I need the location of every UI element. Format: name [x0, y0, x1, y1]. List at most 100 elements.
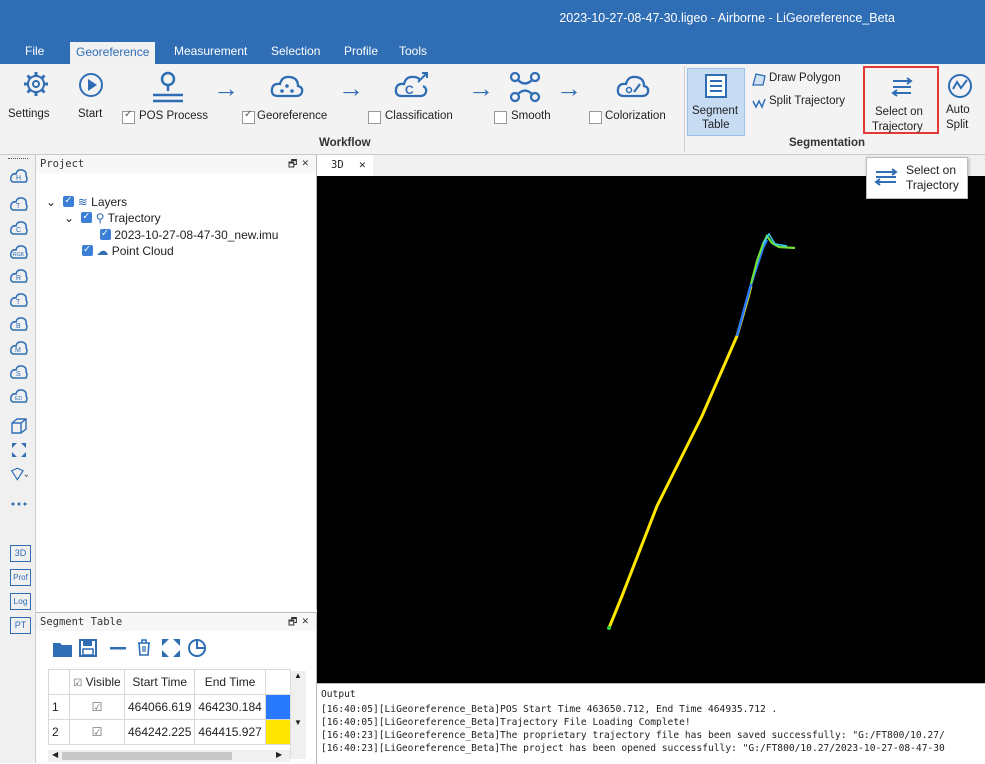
- arrow-right-icon: →: [556, 73, 582, 103]
- cloud-r-icon[interactable]: R: [10, 267, 28, 285]
- classification-check: [368, 111, 381, 124]
- auto-split-label-1: Auto: [946, 104, 970, 116]
- table-row[interactable]: 2 ☑ 464242.225 464415.927: [48, 719, 291, 745]
- tree-item-trajectory[interactable]: ⌄ ⚲ Trajectory: [64, 209, 161, 226]
- zoom-extent-icon[interactable]: [160, 637, 182, 659]
- svg-text:T: T: [16, 299, 21, 306]
- menu-profile[interactable]: Profile: [344, 44, 378, 58]
- menu-selection[interactable]: Selection: [271, 44, 320, 58]
- cloud-rgb-icon[interactable]: RGB: [10, 243, 28, 261]
- segmentation-group-label: Segmentation: [789, 137, 866, 149]
- end-time-cell[interactable]: 464415.927: [194, 719, 266, 745]
- vertical-scrollbar[interactable]: ▲ ▼: [290, 671, 306, 759]
- start-button[interactable]: Start: [74, 68, 108, 128]
- output-title: Output: [321, 689, 356, 700]
- svg-text:M: M: [15, 347, 21, 354]
- cloud-c-icon[interactable]: C: [10, 219, 28, 237]
- imu-file-checkbox[interactable]: [100, 226, 111, 242]
- tree-item-point-cloud[interactable]: ☁ Point Cloud: [82, 242, 174, 259]
- menu-measurement[interactable]: Measurement: [174, 44, 247, 58]
- cloud-t-icon[interactable]: T: [10, 195, 28, 213]
- scroll-right-icon[interactable]: ▶: [276, 750, 282, 759]
- visible-checkbox[interactable]: ☑: [69, 719, 125, 745]
- column-header-end-time[interactable]: End Time: [194, 669, 266, 695]
- pos-process-icon: [153, 71, 183, 103]
- classification-checkbox[interactable]: Classification: [368, 109, 468, 125]
- window-title: 2023-10-27-08-47-30.ligeo - Airborne - L…: [559, 11, 895, 25]
- smooth-checkbox[interactable]: Smooth: [494, 109, 564, 125]
- menu-georeference[interactable]: Georeference: [70, 42, 156, 64]
- column-header-start-time[interactable]: Start Time: [123, 669, 196, 695]
- header-check-icon: ☑: [73, 678, 83, 689]
- tab-pt-toggle[interactable]: PT: [10, 617, 31, 634]
- horizontal-scrollbar[interactable]: ◀ ▶: [48, 750, 290, 762]
- chevron-down-icon[interactable]: ⌄: [46, 195, 56, 209]
- end-time-cell[interactable]: 464230.184: [194, 694, 266, 720]
- tree-item-imu-file[interactable]: 2023-10-27-08-47-30_new.imu: [100, 226, 279, 243]
- scroll-left-icon[interactable]: ◀: [52, 750, 58, 759]
- select-on-trajectory-button[interactable]: Select on Trajectory: [863, 66, 939, 134]
- tree-item-layers[interactable]: ⌄ ≋ Layers: [46, 193, 127, 210]
- point-cloud-checkbox[interactable]: [82, 242, 93, 258]
- cloud-m-icon[interactable]: M: [10, 339, 28, 357]
- open-folder-icon[interactable]: [52, 639, 74, 659]
- cloud-ed-icon[interactable]: ED: [10, 387, 28, 405]
- scroll-down-icon[interactable]: ▼: [294, 718, 302, 727]
- cloud-t2-icon[interactable]: T: [10, 291, 28, 309]
- split-icon: [752, 98, 766, 109]
- table-row[interactable]: 1 ☑ 464066.619 464230.184: [48, 694, 291, 720]
- trajectory-checkbox[interactable]: [81, 209, 93, 225]
- dots-icon[interactable]: [10, 495, 28, 513]
- zoom-extent-icon[interactable]: [10, 441, 28, 459]
- tab-3d-toggle[interactable]: 3D: [10, 545, 31, 562]
- georeference-checkbox[interactable]: Georeference: [242, 109, 338, 125]
- visible-checkbox[interactable]: ☑: [69, 694, 125, 720]
- draw-polygon-button[interactable]: Draw Polygon: [752, 72, 862, 88]
- point-cloud-label: Point Cloud: [111, 244, 174, 258]
- trash-icon[interactable]: [134, 637, 154, 657]
- menu-file[interactable]: File: [25, 44, 44, 58]
- segment-color-swatch[interactable]: [264, 694, 291, 720]
- segment-color-swatch[interactable]: [264, 719, 291, 745]
- select-on-label-1: Select on: [875, 106, 923, 118]
- imu-file-label: 2023-10-27-08-47-30_new.imu: [114, 228, 279, 242]
- menu-tools[interactable]: Tools: [399, 44, 427, 58]
- colorization-cloud-icon: [616, 75, 650, 98]
- close-icon[interactable]: ✕: [302, 614, 309, 627]
- settings-button[interactable]: Settings: [4, 68, 68, 128]
- tab-log-toggle[interactable]: Log: [10, 593, 31, 610]
- scroll-thumb[interactable]: [62, 752, 232, 760]
- split-trajectory-button[interactable]: Split Trajectory: [752, 95, 862, 111]
- svg-text:B: B: [16, 323, 21, 330]
- auto-split-button[interactable]: Auto Split: [942, 68, 982, 134]
- close-icon[interactable]: ✕: [359, 158, 366, 171]
- cube-icon[interactable]: [10, 417, 28, 435]
- float-icon[interactable]: 🗗: [288, 615, 297, 632]
- cloud-s-icon[interactable]: S: [10, 363, 28, 381]
- view-dropdown-icon[interactable]: [10, 465, 28, 483]
- colorization-checkbox[interactable]: Colorization: [589, 109, 679, 125]
- chevron-down-icon[interactable]: ⌄: [64, 211, 74, 225]
- remove-icon[interactable]: [108, 638, 128, 658]
- close-icon[interactable]: ✕: [302, 156, 309, 169]
- project-panel: Project 🗗 ✕ ⌄ ≋ Layers ⌄ ⚲ Trajectory 20…: [36, 155, 317, 610]
- scroll-up-icon[interactable]: ▲: [294, 671, 302, 680]
- save-icon[interactable]: [78, 638, 98, 658]
- start-time-cell[interactable]: 464066.619: [123, 694, 196, 720]
- 3d-viewport[interactable]: [317, 176, 985, 683]
- column-header-visible[interactable]: ☑ Visible: [69, 669, 125, 695]
- cloud-b-icon[interactable]: B: [10, 315, 28, 333]
- start-time-cell[interactable]: 464242.225: [123, 719, 196, 745]
- ribbon: Settings Start POS Process → Georeferenc…: [0, 64, 985, 155]
- segment-table-button[interactable]: Segment Table: [687, 68, 745, 136]
- pie-chart-icon[interactable]: [186, 637, 208, 659]
- layers-checkbox[interactable]: [63, 193, 75, 209]
- tab-prof-toggle[interactable]: Prof: [10, 569, 31, 586]
- cloud-h-icon[interactable]: H: [10, 167, 28, 185]
- table-icon: [705, 74, 727, 98]
- trajectory-label: Trajectory: [107, 211, 161, 225]
- tab-3d[interactable]: 3D ✕: [317, 155, 373, 176]
- pos-process-checkbox[interactable]: POS Process: [122, 109, 218, 125]
- tab-3d-label: 3D: [331, 159, 344, 171]
- float-icon[interactable]: 🗗: [288, 157, 297, 174]
